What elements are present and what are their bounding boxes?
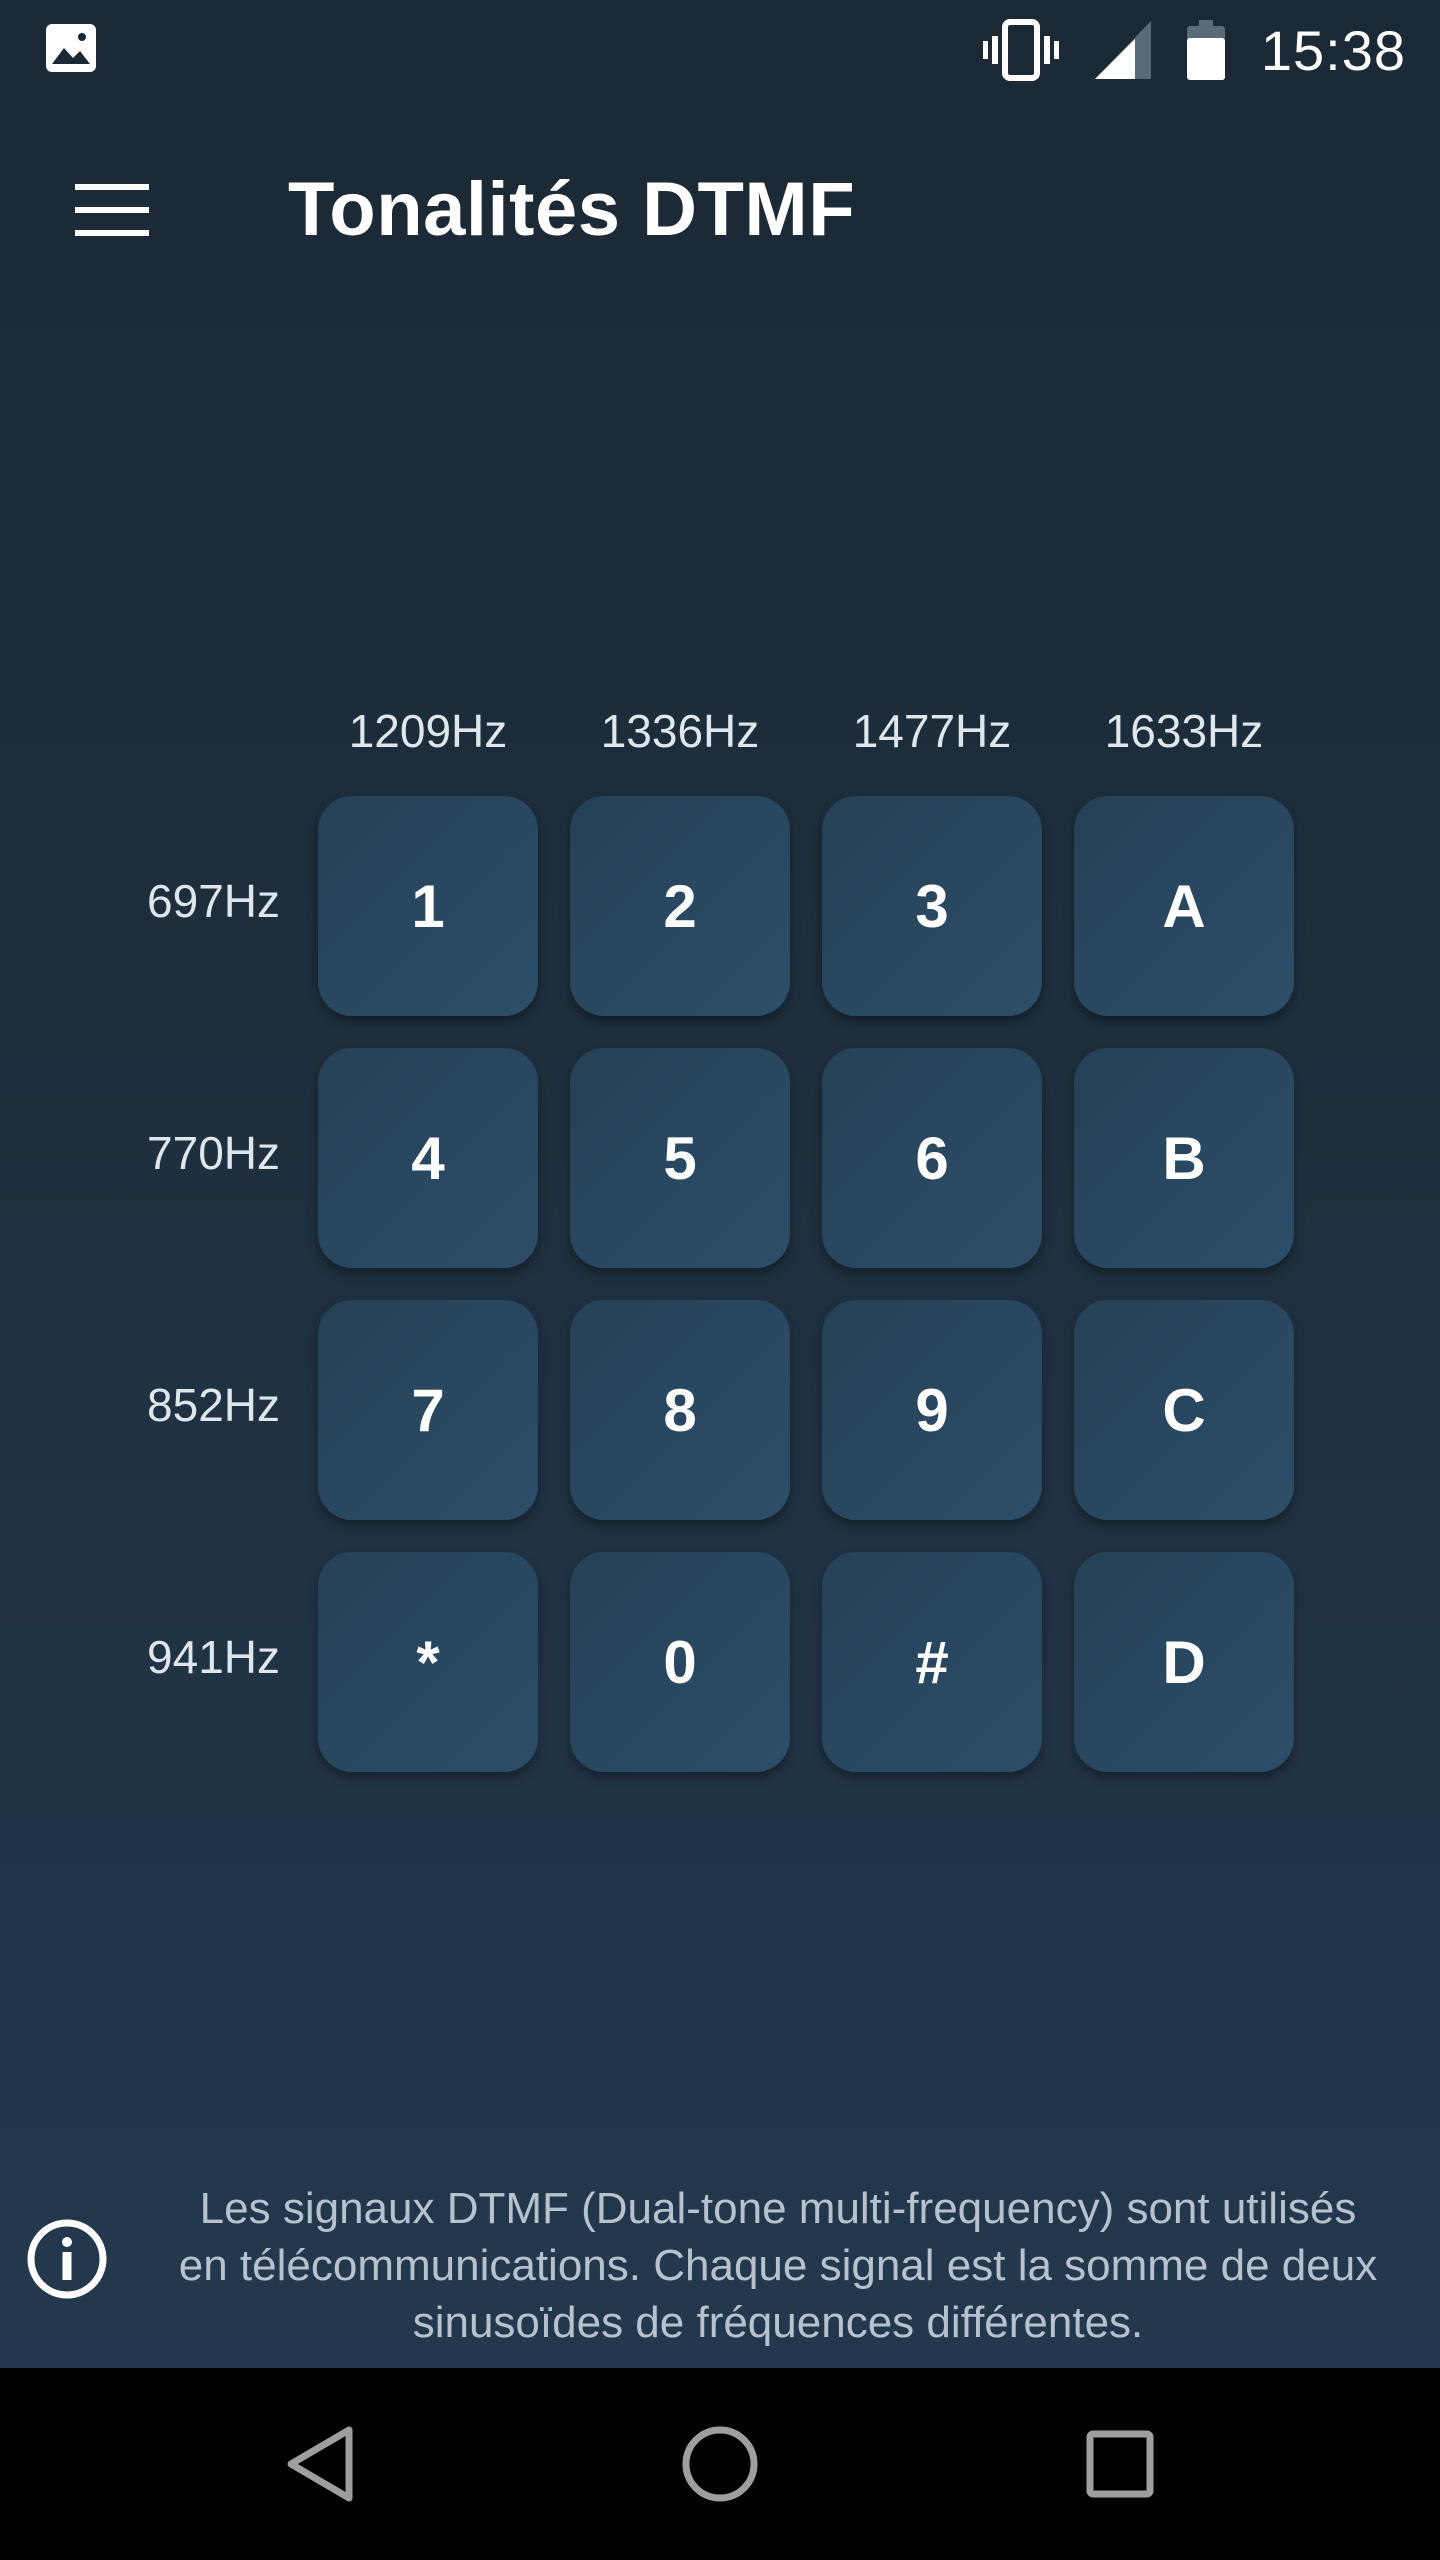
info-bar: Les signaux DTMF (Dual-tone multi-freque… [0, 2170, 1440, 2370]
key-hash[interactable]: # [822, 1552, 1042, 1772]
info-line: en télécommunications. Chaque signal est… [178, 2241, 1378, 2290]
navigation-bar [0, 2368, 1440, 2560]
key-b[interactable]: B [1074, 1048, 1294, 1268]
row-frequency-label: 697Hz [147, 875, 280, 927]
key-d[interactable]: D [1074, 1552, 1294, 1772]
key-6[interactable]: 6 [822, 1048, 1042, 1268]
column-frequency-label: 1477Hz [852, 705, 1012, 757]
cell-signal-icon [1094, 21, 1151, 79]
row-frequency-label: 770Hz [147, 1127, 280, 1179]
status-bar: 15:38 [0, 0, 1440, 100]
back-button[interactable] [270, 2414, 370, 2514]
back-icon [287, 2426, 353, 2502]
status-time: 15:38 [1260, 18, 1406, 82]
hamburger-menu-icon [75, 184, 149, 236]
key-2[interactable]: 2 [570, 796, 790, 1016]
row-frequency-label: 941Hz [147, 1631, 280, 1683]
column-frequency-label: 1209Hz [348, 705, 508, 757]
key-5[interactable]: 5 [570, 1048, 790, 1268]
recents-icon [1086, 2430, 1154, 2498]
key-4[interactable]: 4 [318, 1048, 538, 1268]
column-frequency-label: 1336Hz [600, 705, 760, 757]
info-line: sinusoïdes de fréquences différentes. [412, 2298, 1144, 2347]
key-7[interactable]: 7 [318, 1300, 538, 1520]
key-a[interactable]: A [1074, 796, 1294, 1016]
menu-button[interactable] [52, 160, 172, 260]
key-0[interactable]: 0 [570, 1552, 790, 1772]
vibrate-icon [982, 19, 1059, 81]
key-3[interactable]: 3 [822, 796, 1042, 1016]
column-frequency-label: 1633Hz [1104, 705, 1264, 757]
home-icon [682, 2426, 758, 2502]
battery-icon [1186, 20, 1225, 80]
key-9[interactable]: 9 [822, 1300, 1042, 1520]
recents-button[interactable] [1070, 2414, 1170, 2514]
info-description: Les signaux DTMF (Dual-tone multi-freque… [130, 2180, 1426, 2351]
home-button[interactable] [670, 2414, 770, 2514]
key-star[interactable]: * [318, 1552, 538, 1772]
image-notification-icon [46, 24, 96, 72]
page-title: Tonalités DTMF [288, 167, 856, 252]
key-c[interactable]: C [1074, 1300, 1294, 1520]
row-frequency-label: 852Hz [147, 1379, 280, 1431]
info-line: Les signaux DTMF (Dual-tone multi-freque… [199, 2184, 1357, 2233]
key-8[interactable]: 8 [570, 1300, 790, 1520]
info-icon[interactable] [26, 2218, 108, 2300]
key-1[interactable]: 1 [318, 796, 538, 1016]
app-bar: Tonalités DTMF [0, 100, 1440, 324]
